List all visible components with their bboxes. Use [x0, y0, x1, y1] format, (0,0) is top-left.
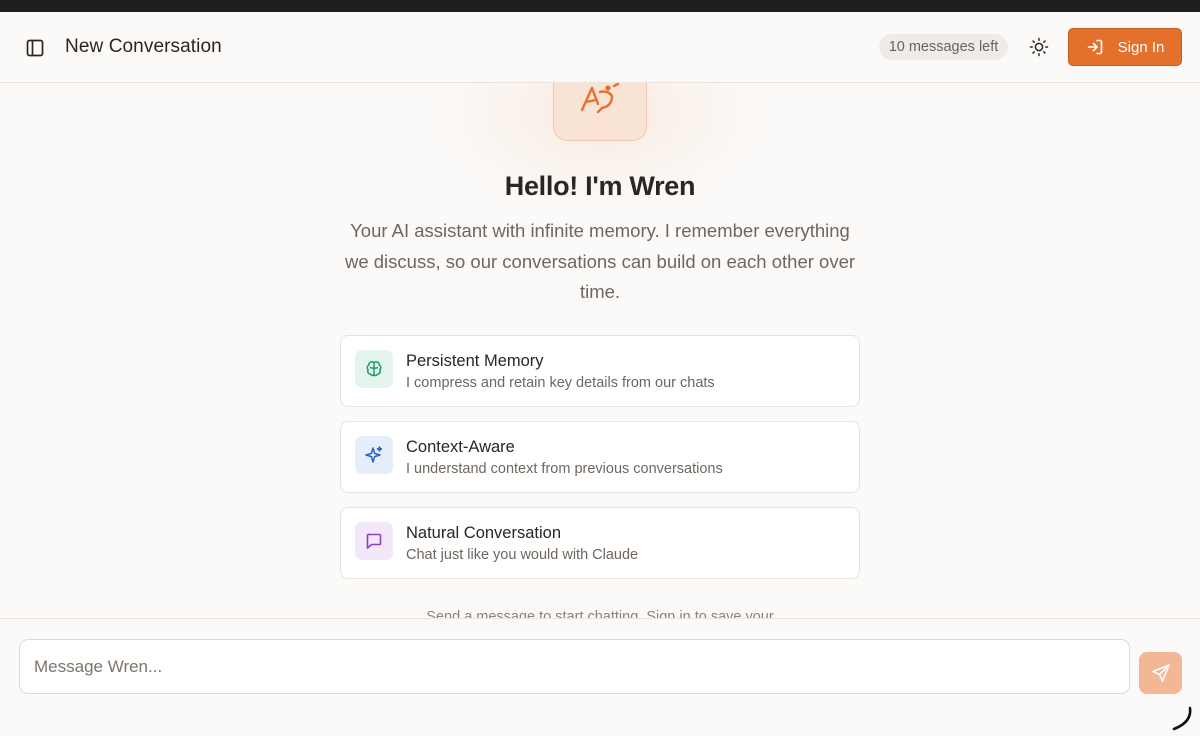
feature-icon-tile	[355, 522, 393, 560]
feature-title: Natural Conversation	[406, 524, 561, 542]
send-button[interactable]	[1139, 652, 1182, 694]
browser-top-strip	[0, 0, 1200, 12]
page-title: New Conversation	[65, 36, 222, 57]
feature-icon-tile	[355, 350, 393, 388]
send-icon	[1151, 664, 1170, 682]
sign-in-label: Sign In	[1117, 38, 1165, 56]
loading-spinner-icon	[1172, 706, 1192, 731]
feature-title: Context-Aware	[406, 438, 515, 456]
message-square-icon	[366, 533, 382, 549]
feature-description: Chat just like you would with Claude	[406, 547, 639, 563]
log-in-icon	[1087, 39, 1102, 55]
footnote-text: Send a message to start chatting. Sign i…	[426, 609, 774, 618]
feature-card-natural-conversation: Natural Conversation Chat just like you …	[340, 507, 860, 579]
feature-description: I compress and retain key details from o…	[406, 375, 715, 391]
message-composer	[0, 618, 1200, 736]
sidebar-toggle-button[interactable]	[22, 35, 48, 61]
hero-title: Hello! I'm Wren	[504, 171, 696, 201]
hero-subtitle: Your AI assistant with infinite memory. …	[344, 220, 856, 302]
sun-icon	[1029, 37, 1049, 57]
app-header: New Conversation 10 messages left Sign I…	[0, 12, 1200, 83]
feature-card-context-aware: Context-Aware I understand context from …	[340, 421, 860, 493]
feature-description: I understand context from previous conve…	[406, 461, 723, 477]
sign-in-button[interactable]: Sign In	[1068, 28, 1182, 66]
feature-icon-tile	[355, 436, 393, 474]
message-input[interactable]	[19, 639, 1130, 694]
theme-toggle-button[interactable]	[1026, 34, 1052, 60]
feature-card-persistent-memory: Persistent Memory I compress and retain …	[340, 335, 860, 407]
sidebar-panel-icon	[26, 39, 44, 57]
brain-icon	[366, 361, 382, 377]
wren-bird-logo-icon	[580, 82, 620, 114]
sparkles-icon	[365, 446, 383, 463]
messages-left-badge: 10 messages left	[879, 34, 1008, 60]
footnote-clip: Send a message to start chatting. Sign i…	[0, 605, 1200, 618]
feature-title: Persistent Memory	[406, 352, 544, 370]
